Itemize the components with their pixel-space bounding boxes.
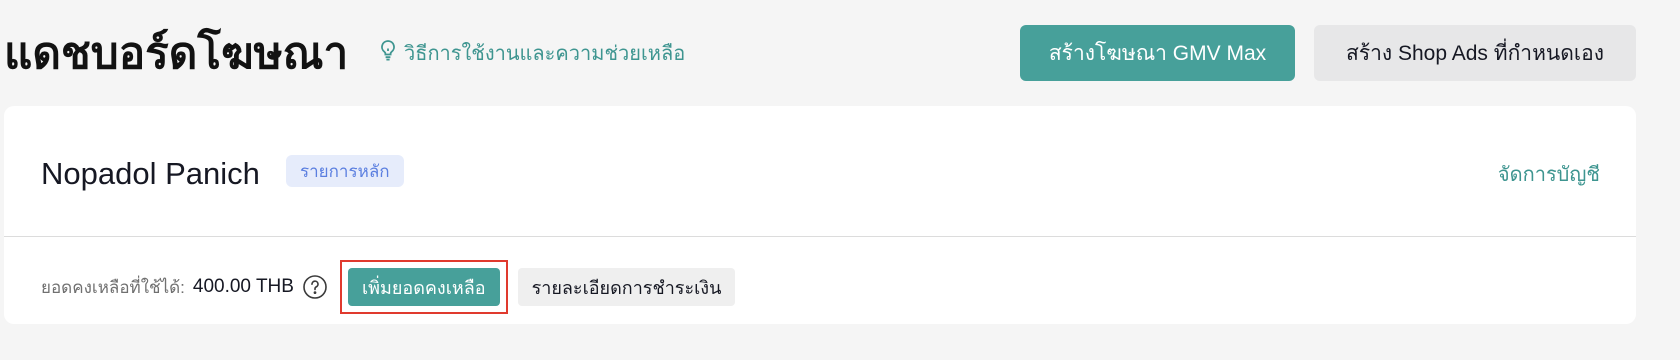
create-gmv-max-button[interactable]: สร้างโฆษณา GMV Max [1020,25,1295,81]
balance-row: ยอดคงเหลือที่ใช้ได้: 400.00 THB เพิ่มยอด… [41,260,736,314]
question-circle-icon[interactable] [302,274,328,300]
payment-details-button[interactable]: รายละเอียดการชำระเงิน [517,268,736,306]
help-link[interactable]: วิธีการใช้งานและความช่วยเหลือ [378,40,685,66]
primary-account-badge: รายการหลัก [286,155,404,187]
balance-value: 400.00 THB [192,276,294,297]
create-shop-ads-button[interactable]: สร้าง Shop Ads ที่กำหนดเอง [1314,25,1636,81]
lightbulb-icon [378,39,398,67]
account-name: Nopadol Panich [41,156,260,191]
balance-label: ยอดคงเหลือที่ใช้ได้: [41,277,185,297]
page-header: แดชบอร์ดโฆษณา วิธีการใช้งานและความช่วยเห… [0,0,1680,106]
help-link-label: วิธีการใช้งานและความช่วยเหลือ [404,43,686,65]
topup-highlight-box: เพิ่มยอดคงเหลือ [339,260,508,314]
card-divider [4,236,1636,237]
page-title: แดชบอร์ดโฆษณา [4,28,349,79]
manage-account-link[interactable]: จัดการบัญชี [1498,158,1600,190]
account-card: Nopadol Panich รายการหลัก จัดการบัญชี ยอ… [4,106,1636,324]
topup-balance-button[interactable]: เพิ่มยอดคงเหลือ [347,268,500,306]
